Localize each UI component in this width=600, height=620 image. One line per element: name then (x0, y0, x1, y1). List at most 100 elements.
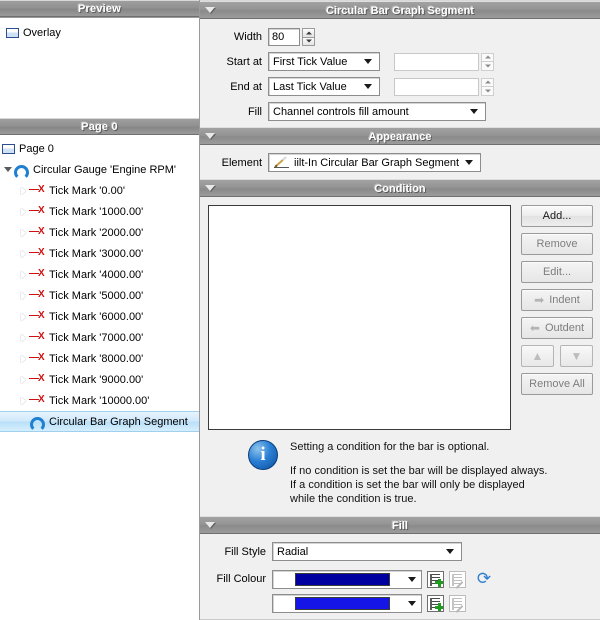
fill-colour-1-select[interactable] (272, 569, 422, 589)
tick-mark-icon (29, 289, 45, 301)
move-up-button[interactable]: ▲ (521, 345, 554, 367)
info-line-1: Setting a condition for the bar is optio… (290, 441, 490, 453)
end-at-stepper-up[interactable] (481, 77, 494, 86)
add-colour-2-icon[interactable] (427, 595, 444, 612)
fill-mode-select[interactable]: Channel controls fill amount (268, 102, 486, 121)
fill-style-select[interactable]: Radial (272, 542, 462, 561)
expander-open-icon[interactable] (2, 164, 14, 176)
chevron-down-icon[interactable] (408, 576, 416, 582)
chevron-down-icon[interactable] (408, 601, 416, 606)
tree-item-tick-mark[interactable]: Tick Mark '1000.00' (0, 201, 199, 222)
edit-button-label: Edit... (542, 266, 572, 278)
add-button[interactable]: Add... (521, 205, 593, 227)
chevron-down-icon[interactable] (364, 84, 372, 89)
tree-item-tick-mark[interactable]: Tick Mark '2000.00' (0, 222, 199, 243)
tree-item-tick-mark[interactable]: Tick Mark '6000.00' (0, 306, 199, 327)
fill-colour-2-select[interactable] (272, 594, 422, 613)
chevron-down-icon[interactable] (205, 133, 215, 139)
gauge-icon (14, 164, 29, 180)
start-at-select[interactable]: First Tick Value (268, 52, 380, 71)
tree-item-tick-mark[interactable]: Tick Mark '0.00' (0, 180, 199, 201)
remove-button[interactable]: Remove (521, 233, 593, 255)
tick-mark-icon (29, 268, 45, 280)
remove-all-button[interactable]: Remove All (521, 373, 593, 395)
edit-colour-2-icon[interactable] (449, 595, 466, 613)
info-line-3: If a condition is set the bar will only … (290, 479, 525, 491)
tree-item-label: Tick Mark '9000.00' (49, 373, 144, 386)
outdent-button[interactable]: ⬅ Outdent (521, 317, 593, 339)
chevron-down-icon[interactable] (446, 549, 454, 554)
swap-colours-icon[interactable]: ⟳ (474, 569, 494, 589)
chevron-down-icon[interactable] (205, 7, 215, 13)
move-down-button[interactable]: ▼ (560, 345, 593, 367)
tree-item-tick-mark[interactable]: Tick Mark '4000.00' (0, 264, 199, 285)
object-tree[interactable]: Page 0 Circular Gauge 'Engine RPM' Tick … (0, 135, 199, 620)
indent-button[interactable]: ➡ Indent (521, 289, 593, 311)
tree-item-label: Tick Mark '1000.00' (49, 205, 144, 218)
fill-style-label: Fill Style (224, 545, 266, 558)
preview-item-label: Overlay (23, 26, 61, 39)
start-at-stepper-down[interactable] (481, 61, 494, 71)
info-icon (248, 440, 278, 470)
section-header-fill[interactable]: Fill (200, 516, 600, 534)
condition-list[interactable] (208, 205, 511, 430)
tree-item-tick-mark[interactable]: Tick Mark '8000.00' (0, 348, 199, 369)
condition-body: Add... Remove Edit... ➡ Indent ⬅ Outdent (200, 197, 600, 506)
section-header-condition[interactable]: Condition (200, 179, 600, 197)
element-select[interactable]: iilt-In Circular Bar Graph Segment (268, 153, 481, 172)
chevron-down-icon[interactable] (205, 185, 215, 191)
tree-item-label: Tick Mark '3000.00' (49, 247, 144, 260)
arrow-right-icon: ➡ (534, 293, 545, 307)
end-at-value: Last Tick Value (273, 80, 347, 93)
fill-mode-value: Channel controls fill amount (273, 105, 409, 118)
tree-item-page-0[interactable]: Page 0 (0, 138, 199, 159)
tree-item-tick-mark[interactable]: Tick Mark '5000.00' (0, 285, 199, 306)
add-colour-1-icon[interactable] (427, 570, 444, 588)
pencil-icon (273, 155, 291, 170)
chevron-down-icon[interactable] (465, 160, 473, 165)
plus-glyph (435, 578, 443, 587)
section-title-fill: Fill (392, 520, 408, 532)
appearance-form: Element iilt-In Circular Bar Graph Segme… (200, 145, 600, 179)
tree-item-tick-mark[interactable]: Tick Mark '9000.00' (0, 369, 199, 390)
fill-form: Fill Style Radial Fill Colour ⟳ (200, 534, 600, 620)
end-at-select[interactable]: Last Tick Value (268, 77, 380, 96)
width-stepper-down[interactable] (302, 36, 315, 46)
tree-item-label: Tick Mark '10000.00' (49, 394, 150, 407)
remove-button-label: Remove (536, 238, 578, 250)
start-at-stepper-up[interactable] (481, 52, 494, 61)
chevron-down-icon[interactable] (470, 109, 478, 114)
width-label: Width (233, 31, 262, 43)
info-line-4: while the condition is true. (290, 493, 417, 505)
chevron-down-icon[interactable] (364, 59, 372, 64)
width-input[interactable]: 80 (268, 28, 300, 46)
section-title-condition: Condition (374, 183, 426, 195)
end-at-stepper-down[interactable] (481, 86, 494, 96)
tree-item-tick-mark[interactable]: Tick Mark '3000.00' (0, 243, 199, 264)
tree-item-label: Tick Mark '7000.00' (49, 331, 144, 344)
start-at-number-input[interactable] (394, 52, 479, 71)
move-buttons: ▲ ▼ (521, 345, 594, 367)
end-at-number-input[interactable] (394, 77, 479, 96)
tree-item-circular-gauge[interactable]: Circular Gauge 'Engine RPM' (0, 159, 199, 180)
tree-item-tick-mark[interactable]: Tick Mark '10000.00' (0, 390, 199, 411)
edit-colour-1-icon[interactable] (449, 570, 466, 589)
start-at-stepper[interactable] (481, 52, 494, 71)
fill-mode-row: Fill Channel controls fill amount (200, 102, 600, 121)
tree-item-tick-mark[interactable]: Tick Mark '7000.00' (0, 327, 199, 348)
edit-button[interactable]: Edit... (521, 261, 593, 283)
fill-mode-label: Fill (247, 105, 262, 118)
width-stepper-up[interactable] (302, 28, 315, 37)
tick-mark-icon (29, 247, 45, 259)
fill-colour-2-swatch (295, 597, 390, 610)
tree-item-circular-bar-graph-segment[interactable]: Circular Bar Graph Segment (0, 411, 199, 432)
remove-all-button-label: Remove All (529, 378, 585, 390)
preview-item-overlay[interactable]: Overlay (4, 22, 199, 43)
end-at-stepper[interactable] (481, 77, 494, 96)
section-header-segment[interactable]: Circular Bar Graph Segment (200, 1, 600, 19)
section-header-appearance[interactable]: Appearance (200, 127, 600, 145)
info-line-2: If no condition is set the bar will be d… (290, 465, 548, 477)
width-stepper[interactable] (302, 28, 315, 46)
chevron-down-icon[interactable] (205, 522, 215, 528)
